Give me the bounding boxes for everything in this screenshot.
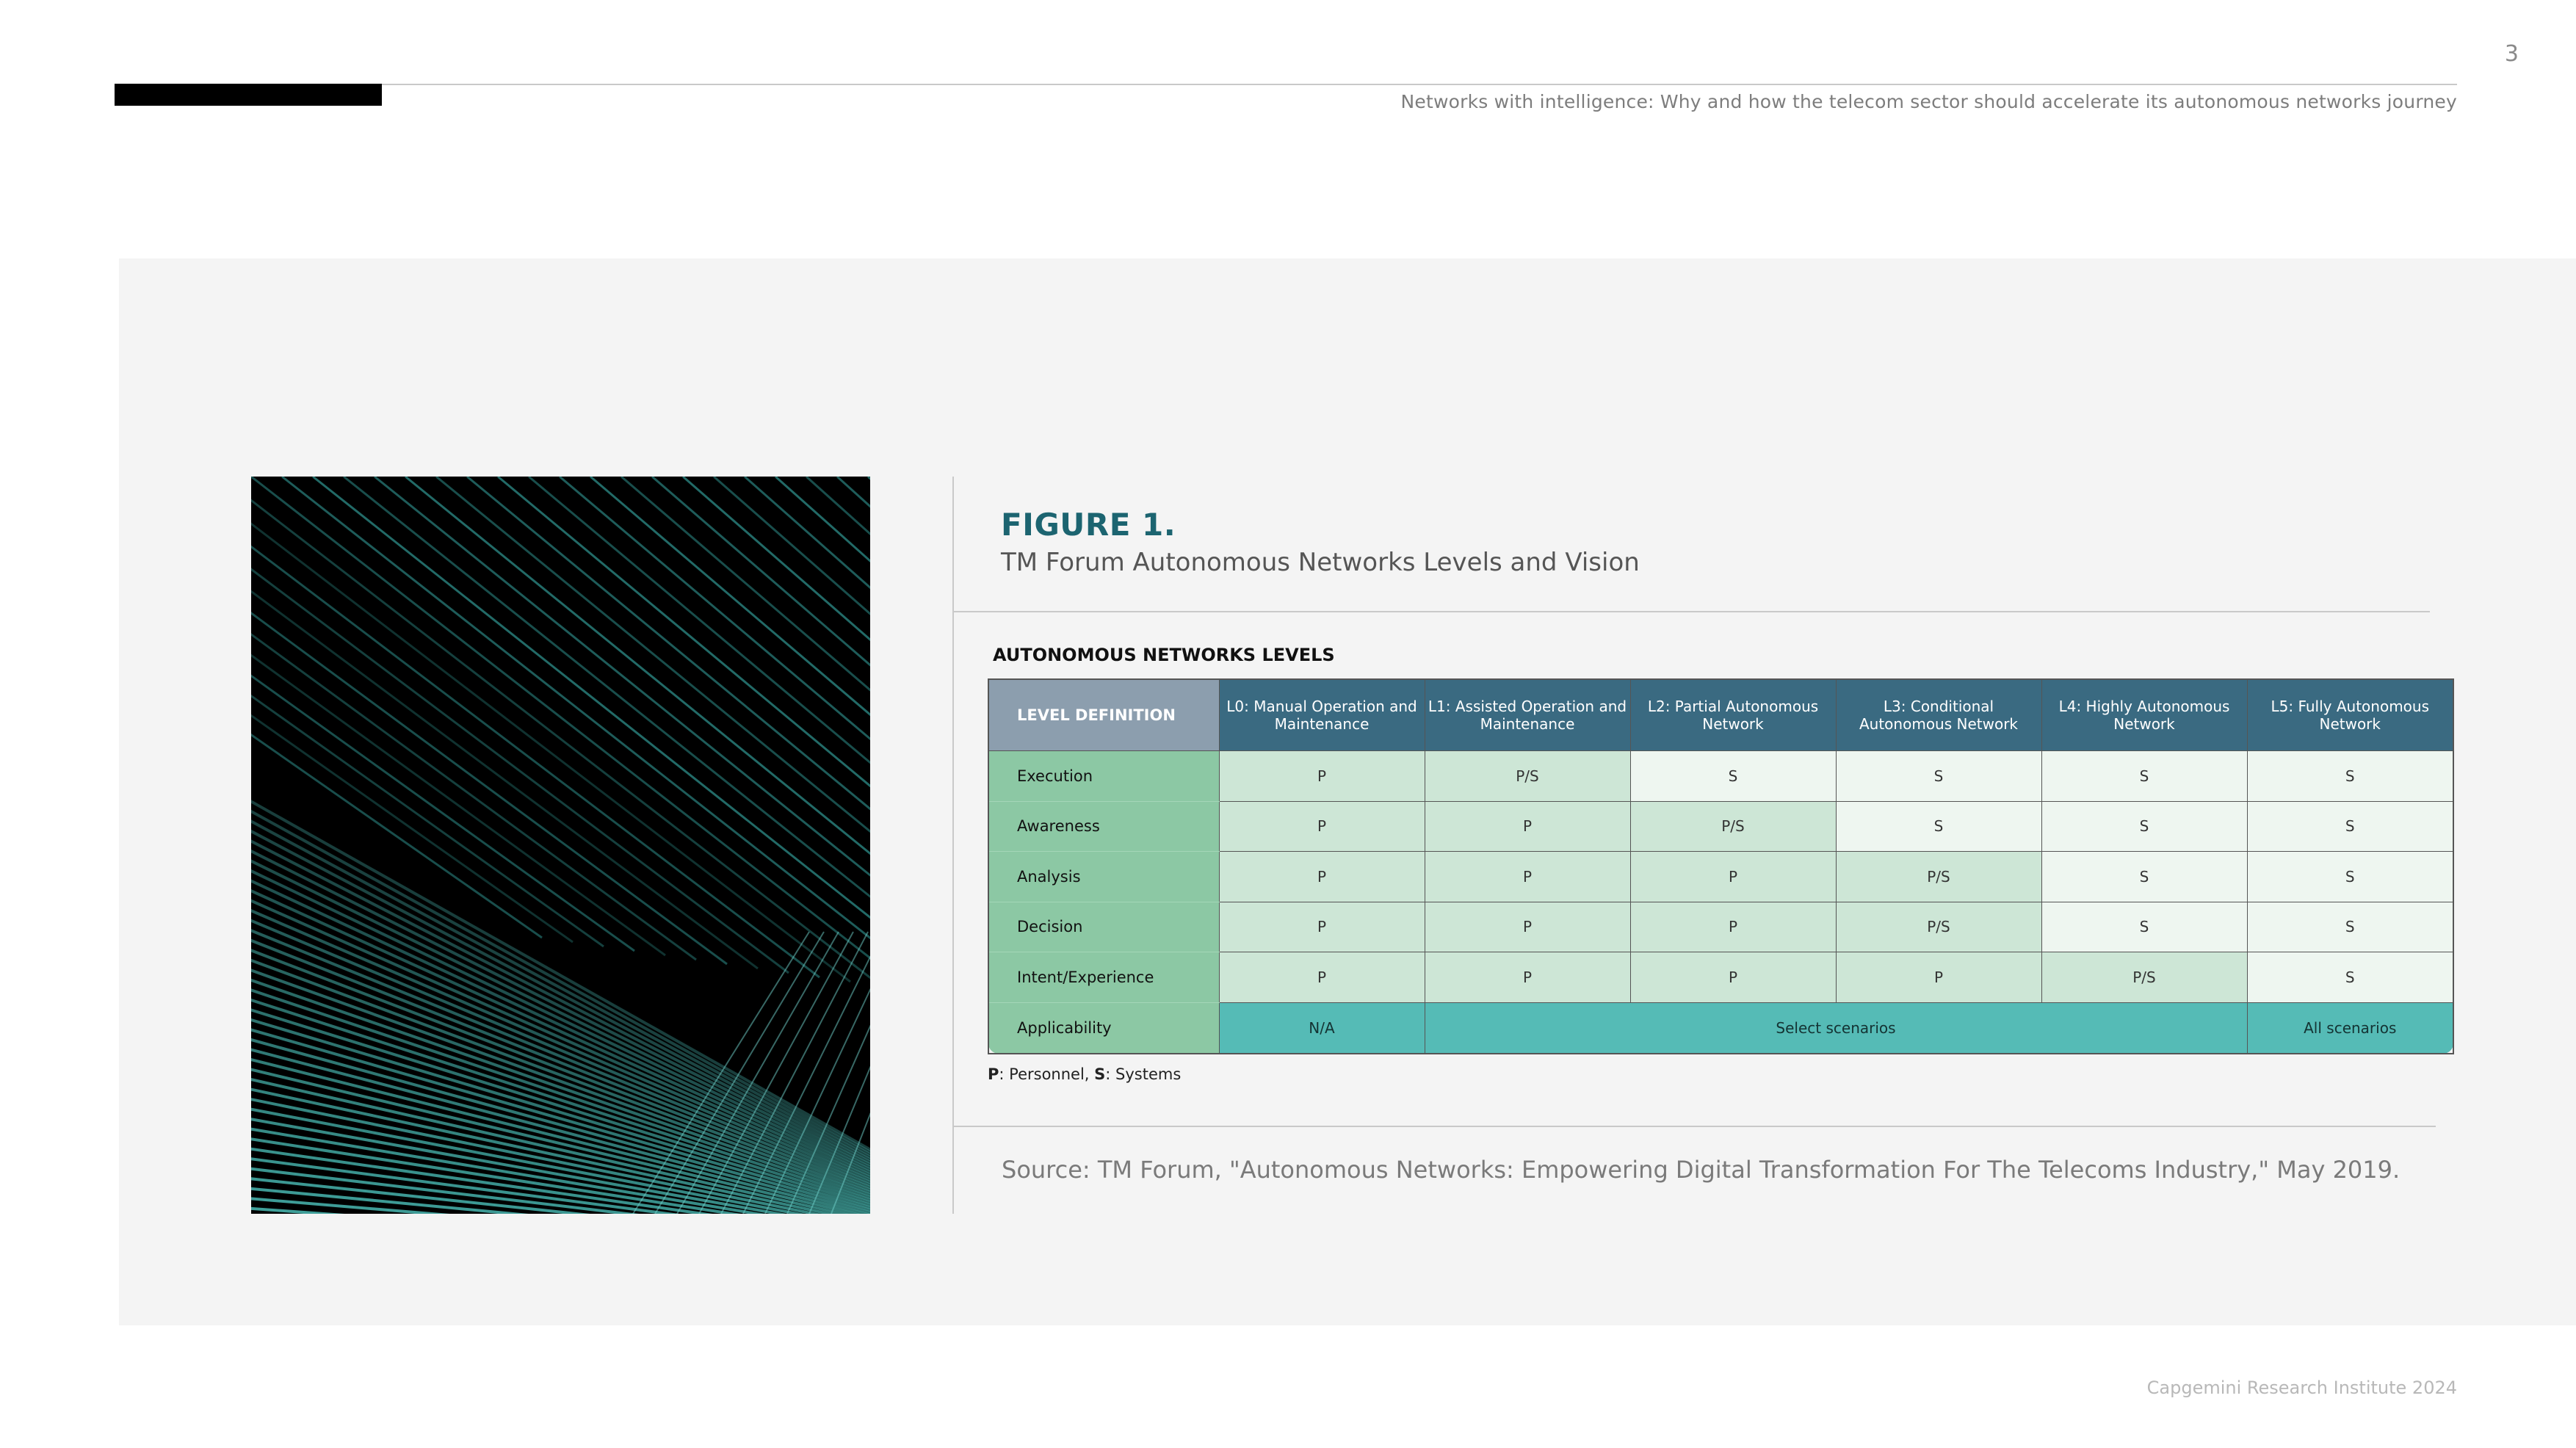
- page-number: 3: [2504, 41, 2519, 67]
- table-cell: S: [2041, 750, 2248, 802]
- table-cell: P: [1424, 901, 1631, 953]
- table-cell: P/S: [1835, 851, 2042, 902]
- table-cell: P: [1629, 851, 1837, 902]
- table-cell: S: [2246, 952, 2454, 1003]
- level-column-header: L1: Assisted Operation and Maintenance: [1424, 678, 1631, 751]
- row-label: Awareness: [988, 800, 1220, 852]
- table-row: Awareness P P P/S S S S: [988, 800, 2454, 852]
- level-column-header: L2: Partial Autonomous Network: [1629, 678, 1837, 751]
- applicability-na-cell: N/A: [1218, 1002, 1425, 1054]
- row-label: Applicability: [988, 1002, 1220, 1054]
- row-label: Intent/Experience: [988, 952, 1220, 1003]
- table-cell: S: [2041, 851, 2248, 902]
- level-column-header: L0: Manual Operation and Maintenance: [1218, 678, 1425, 751]
- title-divider: [954, 611, 2430, 612]
- table-row: Decision P P P P/S S S: [988, 901, 2454, 953]
- legend-note: P: Personnel, S: Systems: [988, 1065, 1181, 1083]
- table-cell: P: [1424, 851, 1631, 902]
- source-divider: [954, 1126, 2436, 1127]
- table-cell: P: [1835, 952, 2042, 1003]
- table-cell: P: [1424, 952, 1631, 1003]
- abstract-lines-photo: [251, 477, 870, 1214]
- table-cell: P: [1629, 901, 1837, 953]
- table-heading: AUTONOMOUS NETWORKS LEVELS: [993, 645, 1335, 665]
- table-header-row: LEVEL DEFINITION L0: Manual Operation an…: [988, 678, 2454, 751]
- table-cell: P/S: [1424, 750, 1631, 802]
- table-cell: S: [2246, 851, 2454, 902]
- vertical-divider: [952, 477, 954, 1214]
- row-label: Analysis: [988, 851, 1220, 902]
- table-cell: P/S: [1629, 800, 1837, 852]
- table-cell: S: [2246, 901, 2454, 953]
- table-row: Execution P P/S S S S S: [988, 750, 2454, 802]
- table-cell: P: [1218, 750, 1425, 802]
- header-accent-bar: [115, 84, 382, 106]
- row-label: Decision: [988, 901, 1220, 953]
- table-cell: S: [2246, 750, 2454, 802]
- figure-label: FIGURE 1.: [1001, 507, 1176, 543]
- level-column-header: L4: Highly Autonomous Network: [2041, 678, 2248, 751]
- table-row: Analysis P P P P/S S S: [988, 851, 2454, 902]
- table-cell: S: [1835, 750, 2042, 802]
- table-cell: P: [1218, 851, 1425, 902]
- row-label: Execution: [988, 750, 1220, 802]
- source-note: Source: TM Forum, "Autonomous Networks: …: [1002, 1156, 2400, 1184]
- table-cell: S: [1629, 750, 1837, 802]
- header-rule: [115, 84, 2457, 85]
- table-cell: P/S: [2041, 952, 2248, 1003]
- autonomous-levels-table: LEVEL DEFINITION L0: Manual Operation an…: [988, 678, 2454, 1054]
- table-cell: P: [1218, 800, 1425, 852]
- table-cell: S: [1835, 800, 2042, 852]
- table-cell: S: [2246, 800, 2454, 852]
- table-cell: P: [1218, 952, 1425, 1003]
- running-title: Networks with intelligence: Why and how …: [1400, 91, 2457, 112]
- legend-s-key: S: [1094, 1065, 1106, 1083]
- table-cell: S: [2041, 901, 2248, 953]
- applicability-row: Applicability N/A Select scenarios All s…: [988, 1002, 2454, 1054]
- level-definition-header: LEVEL DEFINITION: [988, 678, 1220, 751]
- table-row: Intent/Experience P P P P P/S S: [988, 952, 2454, 1003]
- figure-title: TM Forum Autonomous Networks Levels and …: [1001, 548, 1640, 577]
- table-cell: P: [1218, 901, 1425, 953]
- table-cell: S: [2041, 800, 2248, 852]
- level-column-header: L5: Fully Autonomous Network: [2246, 678, 2454, 751]
- legend-p-text: : Personnel,: [999, 1065, 1095, 1083]
- table-cell: P: [1424, 800, 1631, 852]
- applicability-select-cell: Select scenarios: [1424, 1002, 2248, 1054]
- legend-s-text: : Systems: [1105, 1065, 1182, 1083]
- table-cell: P/S: [1835, 901, 2042, 953]
- level-column-header: L3: Conditional Autonomous Network: [1835, 678, 2042, 751]
- footer-credit: Capgemini Research Institute 2024: [2146, 1378, 2457, 1398]
- legend-p-key: P: [988, 1065, 999, 1083]
- applicability-all-cell: All scenarios: [2246, 1002, 2454, 1054]
- table-cell: P: [1629, 952, 1837, 1003]
